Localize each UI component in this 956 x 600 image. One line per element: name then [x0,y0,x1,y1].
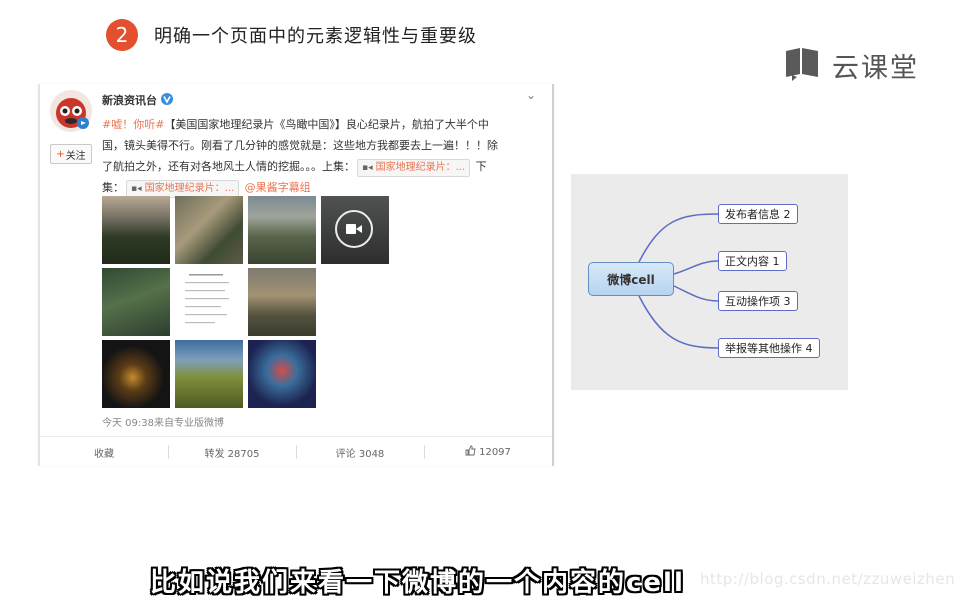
book-icon [784,47,822,85]
follow-label: 关注 [65,150,86,162]
user-name[interactable]: 新浪资讯台 [102,92,157,108]
comment-button[interactable]: 评论 3048 [296,437,424,467]
weibo-post-card: + 关注 新浪资讯台 ⌄ #嘘！你听#【美国国家地理纪录片《鸟瞰中国》】良心纪录… [38,84,554,466]
brand-logo: 云课堂 [784,46,919,85]
brand-name: 云课堂 [832,53,919,84]
photo-thumbnail[interactable] [248,196,316,264]
user-name-row: 新浪资讯台 [102,92,173,108]
mind-map-node-report: 举报等其他操作 4 [718,338,820,358]
like-button[interactable]: 12097 [424,437,552,467]
photo-thumbnail[interactable] [175,340,243,408]
slide-header: 2 明确一个页面中的元素逻辑性与重要级 [106,18,477,52]
photo-thumbnail[interactable] [175,196,243,264]
chevron-down-icon[interactable]: ⌄ [526,88,536,102]
mention-link[interactable]: @果酱字幕组 [245,181,311,194]
photo-thumbnail[interactable] [102,196,170,264]
hashtag-link[interactable]: #嘘！你听# [102,118,164,131]
mind-map-node-publisher: 发布者信息 2 [718,204,798,224]
post-line-3: 了航拍之外，还有对各地风土人情的挖掘。。。上集： [102,160,355,173]
post-line-4: 集： [102,181,124,194]
photo-thumbnail[interactable] [248,268,316,336]
video-camera-icon: ▪◂ [131,184,142,194]
thumbs-up-icon [465,445,476,459]
step-number-badge: 2 [106,19,138,51]
video-link-1[interactable]: ▪◂ 国家地理纪录片：... [357,159,471,177]
photo-thumbnail[interactable] [102,268,170,336]
mind-map-node-interaction: 互动操作项 3 [718,291,798,311]
next-label: 下 [475,160,487,173]
plus-icon: + [56,148,65,160]
text-image-thumbnail[interactable] [175,268,243,336]
avatar[interactable] [50,90,92,132]
video-camera-icon: ▪◂ [362,163,373,173]
video-subtitle: 比如说我们来看一下微博的一个内容的cell [150,568,685,598]
mind-map-root-node: 微博cell [588,262,674,296]
post-timestamp-source: 今天 09:38来自专业版微博 [102,418,224,429]
post-text: #嘘！你听#【美国国家地理纪录片《鸟瞰中国》】良心纪录片，航拍了大半个中 国，镜… [102,114,548,198]
mind-map-node-body: 正文内容 1 [718,251,787,271]
post-line-2: 国，镜头美得不行。刚看了几分钟的感觉就是：这些地方我都要去上一遍！！！除 [102,139,498,152]
post-line-1: 【美国国家地理纪录片《鸟瞰中国》】良心纪录片，航拍了大半个中 [164,118,489,131]
photo-thumbnail[interactable] [102,340,170,408]
slide-title: 明确一个页面中的元素逻辑性与重要级 [154,26,477,47]
watermark-url: http://blog.csdn.net/zzuweizheng [700,570,956,588]
mind-map: 微博cell 发布者信息 2 正文内容 1 互动操作项 3 举报等其他操作 4 [571,174,848,390]
favorite-button[interactable]: 收藏 [40,437,168,467]
video-play-icon [335,210,373,248]
like-count: 12097 [479,446,511,458]
verified-v-icon [161,92,173,108]
follow-button[interactable]: + 关注 [50,144,92,164]
photo-thumbnail[interactable] [248,340,316,408]
action-bar: 收藏 转发 28705 评论 3048 12097 [40,436,552,467]
repost-button[interactable]: 转发 28705 [168,437,296,467]
video-thumbnail[interactable] [321,196,389,264]
